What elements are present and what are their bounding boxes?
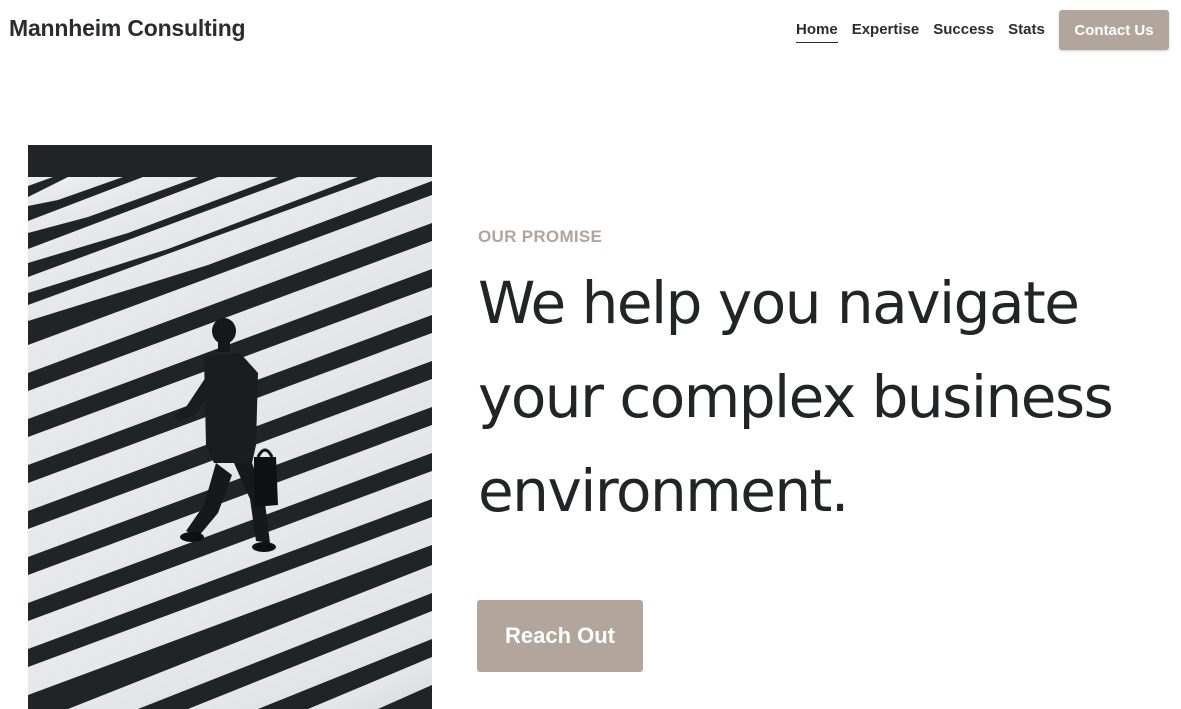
nav-home-link[interactable]: Home	[796, 20, 838, 43]
nav-expertise-link[interactable]: Expertise	[852, 20, 920, 43]
main-nav: Home Expertise Success Stats	[796, 20, 1045, 43]
reach-out-button[interactable]: Reach Out	[477, 600, 643, 672]
nav-stats-link[interactable]: Stats	[1008, 20, 1045, 43]
page: Mannheim Consulting Home Expertise Succe…	[0, 0, 1181, 709]
hero-eyebrow: OUR PROMISE	[478, 227, 603, 246]
nav-success-link[interactable]: Success	[933, 20, 994, 43]
hero-headline: We help you navigate your complex busine…	[478, 269, 1114, 525]
hero-image	[28, 145, 432, 709]
contact-us-button[interactable]: Contact Us	[1059, 10, 1169, 50]
site-header: Mannheim Consulting Home Expertise Succe…	[0, 0, 1181, 62]
crosswalk-photo	[28, 145, 432, 709]
brand-logo[interactable]: Mannheim Consulting	[9, 15, 246, 42]
